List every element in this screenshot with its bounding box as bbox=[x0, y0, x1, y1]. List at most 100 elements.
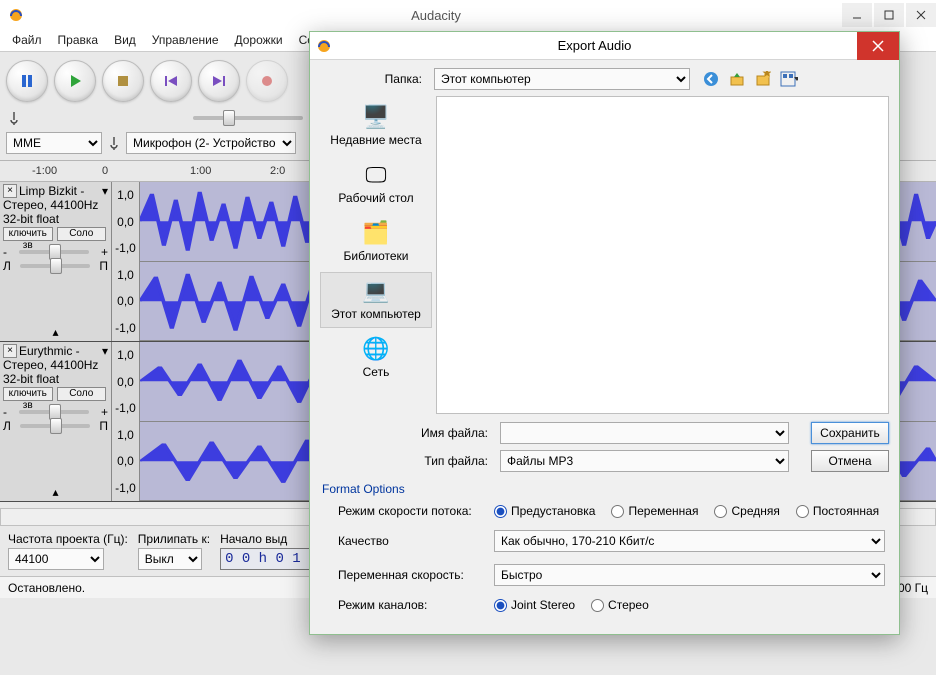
recent-icon: 🖥️ bbox=[358, 103, 394, 131]
bitrate-preset-radio[interactable]: Предустановка bbox=[494, 504, 595, 518]
rec-volume-slider[interactable] bbox=[193, 116, 303, 120]
place-libraries[interactable]: 🗂️Библиотеки bbox=[320, 214, 432, 270]
filetype-label: Тип файла: bbox=[320, 454, 494, 468]
record-button[interactable] bbox=[246, 60, 288, 102]
project-rate-label: Частота проекта (Гц): bbox=[8, 532, 128, 546]
libraries-icon: 🗂️ bbox=[358, 219, 394, 247]
bitrate-constant-radio[interactable]: Постоянная bbox=[796, 504, 879, 518]
places-bar: 🖥️Недавние места 🖵Рабочий стол 🗂️Библиот… bbox=[320, 96, 432, 420]
track-scale: 1,00,0-1,01,00,0-1,0 bbox=[112, 182, 140, 341]
status-left: Остановлено. bbox=[8, 581, 85, 595]
export-audio-dialog: Export Audio Папка: Этот компьютер ★ 🖥️Н… bbox=[309, 31, 900, 635]
vbr-speed-select[interactable]: Быстро bbox=[494, 564, 885, 586]
track-bits: 32-bit float bbox=[3, 372, 108, 386]
dialog-title: Export Audio bbox=[332, 38, 857, 53]
maximize-button[interactable] bbox=[874, 3, 904, 27]
place-desktop[interactable]: 🖵Рабочий стол bbox=[320, 156, 432, 212]
track-name: Eurythmic - bbox=[19, 344, 80, 358]
filename-label: Имя файла: bbox=[320, 426, 494, 440]
menu-edit[interactable]: Правка bbox=[50, 30, 107, 51]
project-rate-select[interactable]: 44100 bbox=[8, 548, 104, 570]
gain-slider[interactable] bbox=[19, 250, 89, 254]
close-button[interactable] bbox=[906, 3, 936, 27]
stop-button[interactable] bbox=[102, 60, 144, 102]
audio-host-select[interactable]: MME bbox=[6, 132, 102, 154]
track-menu-icon[interactable]: ▾ bbox=[102, 344, 108, 358]
save-button[interactable]: Сохранить bbox=[811, 422, 889, 444]
pan-slider[interactable] bbox=[20, 424, 90, 428]
mic-device-icon bbox=[106, 135, 122, 151]
stereo-radio[interactable]: Стерео bbox=[591, 598, 649, 612]
bitrate-average-radio[interactable]: Средняя bbox=[714, 504, 779, 518]
selection-start-label: Начало выд bbox=[220, 532, 322, 546]
track-close-button[interactable]: × bbox=[3, 344, 17, 358]
skip-end-button[interactable] bbox=[198, 60, 240, 102]
track-1-header[interactable]: ×Limp Bizkit - ▾ Стерео, 44100Hz 32-bit f… bbox=[0, 182, 112, 341]
track-bits: 32-bit float bbox=[3, 212, 108, 226]
quality-label: Качество bbox=[338, 534, 494, 548]
app-icon bbox=[316, 38, 332, 54]
svg-text:★: ★ bbox=[762, 71, 771, 80]
channel-mode-label: Режим каналов: bbox=[338, 598, 494, 612]
filename-input[interactable] bbox=[500, 422, 789, 444]
ruler-tick: -1:00 bbox=[32, 165, 102, 177]
minimize-button[interactable] bbox=[842, 3, 872, 27]
skip-start-button[interactable] bbox=[150, 60, 192, 102]
bitrate-variable-radio[interactable]: Переменная bbox=[611, 504, 698, 518]
folder-select[interactable]: Этот компьютер bbox=[434, 68, 690, 90]
bitrate-mode-label: Режим скорости потока: bbox=[338, 504, 494, 518]
pause-button[interactable] bbox=[6, 60, 48, 102]
dialog-close-button[interactable] bbox=[857, 32, 899, 60]
track-format: Стерео, 44100Hz bbox=[3, 358, 108, 372]
place-this-pc[interactable]: 💻Этот компьютер bbox=[320, 272, 432, 328]
ruler-tick: 2:0 bbox=[270, 165, 285, 177]
mute-button[interactable]: ключить зв bbox=[3, 387, 53, 401]
mute-button[interactable]: ключить зв bbox=[3, 227, 53, 241]
desktop-icon: 🖵 bbox=[358, 161, 394, 189]
computer-icon: 💻 bbox=[358, 277, 394, 305]
ruler-tick: 1:00 bbox=[190, 165, 270, 177]
ruler-tick: 0 bbox=[102, 165, 190, 177]
format-options-title: Format Options bbox=[320, 482, 889, 496]
main-titlebar: Audacity bbox=[0, 0, 936, 30]
solo-button[interactable]: Соло bbox=[57, 387, 107, 401]
mic-icon bbox=[6, 110, 22, 126]
menu-tracks[interactable]: Дорожки bbox=[227, 30, 291, 51]
play-button[interactable] bbox=[54, 60, 96, 102]
joint-stereo-radio[interactable]: Joint Stereo bbox=[494, 598, 575, 612]
track-name: Limp Bizkit - bbox=[19, 184, 84, 198]
cancel-button[interactable]: Отмена bbox=[811, 450, 889, 472]
menu-file[interactable]: Файл bbox=[4, 30, 50, 51]
track-close-button[interactable]: × bbox=[3, 184, 17, 198]
back-icon[interactable] bbox=[702, 70, 720, 88]
track-2-header[interactable]: ×Eurythmic - ▾ Стерео, 44100Hz 32-bit flo… bbox=[0, 342, 112, 501]
pan-slider[interactable] bbox=[20, 264, 90, 268]
menu-view[interactable]: Вид bbox=[106, 30, 144, 51]
network-icon: 🌐 bbox=[358, 335, 394, 363]
quality-select[interactable]: Как обычно, 170-210 Кбит/с bbox=[494, 530, 885, 552]
collapse-button[interactable]: ▴ bbox=[0, 485, 111, 499]
file-list-pane[interactable] bbox=[436, 96, 889, 414]
app-icon bbox=[8, 7, 24, 23]
snap-label: Прилипать к: bbox=[138, 532, 210, 546]
view-menu-icon[interactable] bbox=[780, 70, 798, 88]
new-folder-icon[interactable]: ★ bbox=[754, 70, 772, 88]
rec-device-select[interactable]: Микрофон (2- Устройство bbox=[126, 132, 296, 154]
snap-select[interactable]: Выкл bbox=[138, 548, 202, 570]
menu-transport[interactable]: Управление bbox=[144, 30, 227, 51]
filetype-select[interactable]: Файлы MP3 bbox=[500, 450, 789, 472]
place-recent[interactable]: 🖥️Недавние места bbox=[320, 98, 432, 154]
track-format: Стерео, 44100Hz bbox=[3, 198, 108, 212]
collapse-button[interactable]: ▴ bbox=[0, 325, 111, 339]
folder-label: Папка: bbox=[320, 72, 428, 86]
track-scale: 1,00,0-1,01,00,0-1,0 bbox=[112, 342, 140, 501]
gain-slider[interactable] bbox=[19, 410, 89, 414]
place-network[interactable]: 🌐Сеть bbox=[320, 330, 432, 386]
solo-button[interactable]: Соло bbox=[57, 227, 107, 241]
main-window-title: Audacity bbox=[32, 8, 840, 23]
track-menu-icon[interactable]: ▾ bbox=[102, 184, 108, 198]
selection-start-value[interactable]: 0 0 h 0 1 m bbox=[220, 548, 322, 570]
vbr-speed-label: Переменная скорость: bbox=[338, 568, 494, 582]
up-folder-icon[interactable] bbox=[728, 70, 746, 88]
dialog-titlebar[interactable]: Export Audio bbox=[310, 32, 899, 60]
